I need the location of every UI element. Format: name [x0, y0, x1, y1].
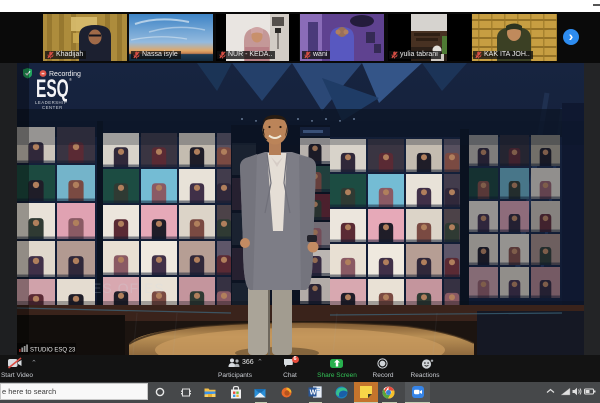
svg-text:ESQ: ESQ: [36, 75, 69, 103]
svg-text:STUDIO ESQ 23: STUDIO ESQ 23: [30, 348, 76, 354]
svg-text:ES OF ES: ES OF ES: [92, 280, 165, 296]
svg-text:Recording: Recording: [49, 71, 81, 78]
svg-text:W: W: [310, 390, 317, 397]
svg-text:CENTER: CENTER: [42, 105, 63, 110]
